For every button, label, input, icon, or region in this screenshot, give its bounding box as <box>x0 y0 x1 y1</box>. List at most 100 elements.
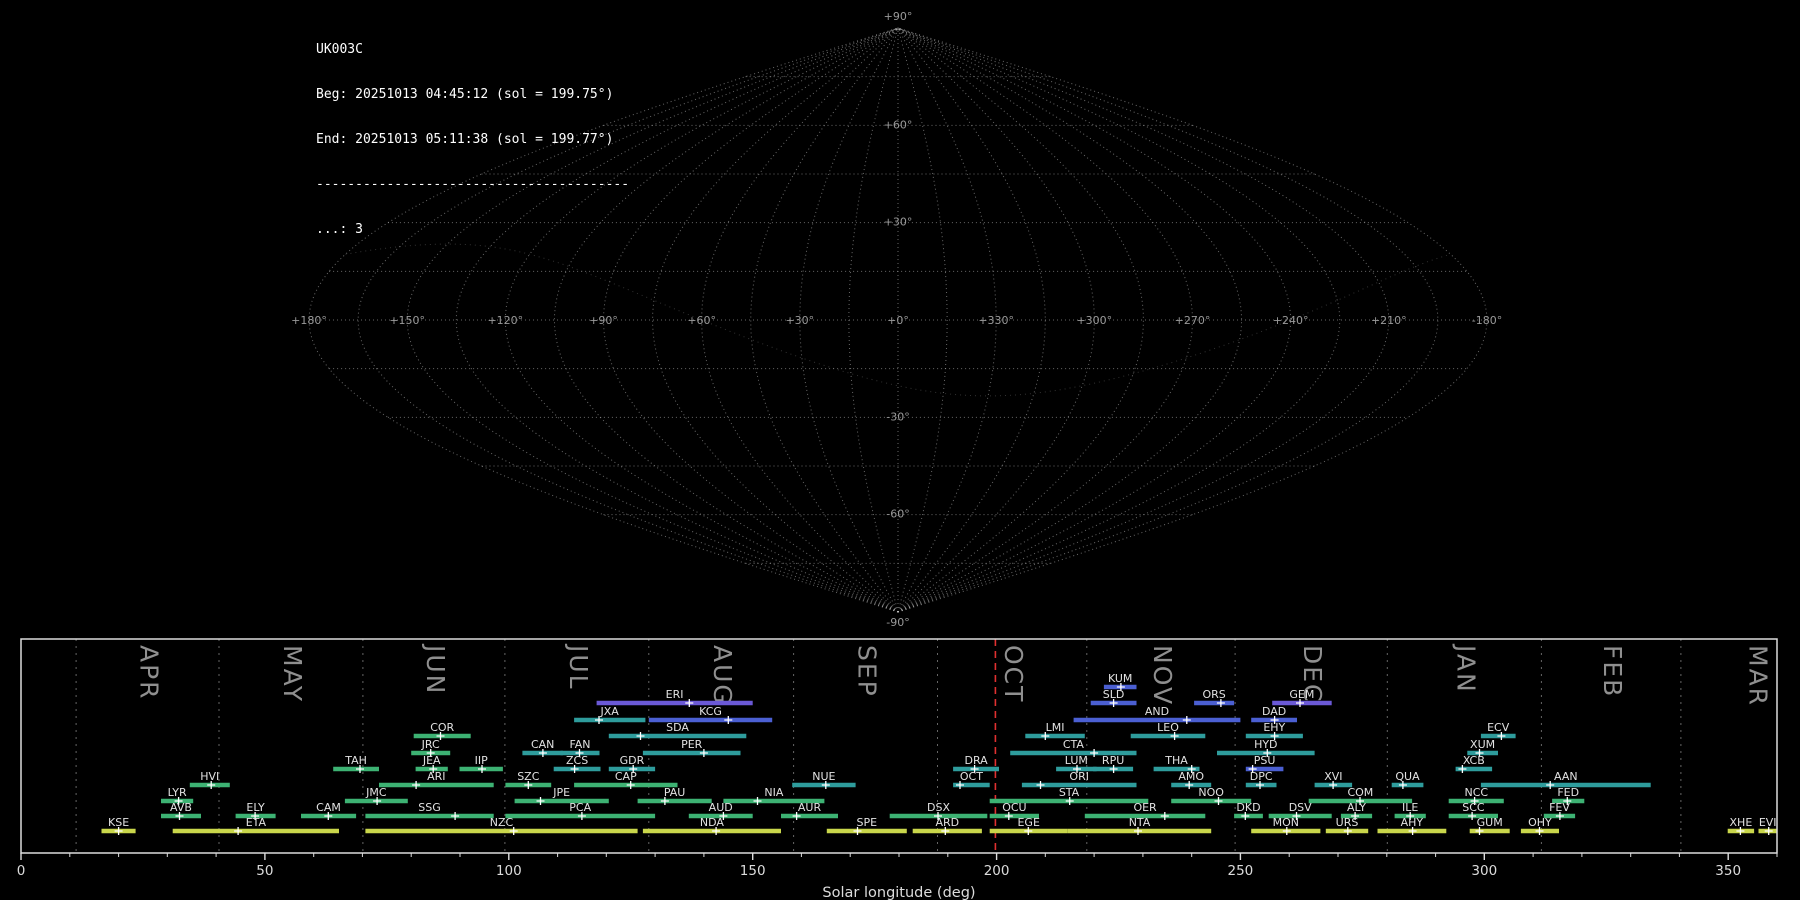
svg-text:ARI: ARI <box>427 770 445 783</box>
svg-text:KUM: KUM <box>1108 672 1132 685</box>
svg-text:SPE: SPE <box>857 816 878 829</box>
svg-text:300: 300 <box>1471 863 1497 879</box>
svg-text:SEP: SEP <box>853 645 882 698</box>
svg-text:MAR: MAR <box>1744 645 1773 707</box>
svg-text:LUM: LUM <box>1065 754 1088 767</box>
svg-text:JUL: JUL <box>564 643 593 691</box>
svg-text:ETA: ETA <box>246 816 267 829</box>
svg-text:+120°: +120° <box>487 314 523 327</box>
svg-text:OER: OER <box>1133 801 1157 814</box>
svg-text:ALY: ALY <box>1347 801 1366 814</box>
svg-text:+60°: +60° <box>687 314 716 327</box>
svg-text:350: 350 <box>1715 863 1741 879</box>
svg-text:-30°: -30° <box>886 410 909 423</box>
svg-text:TAH: TAH <box>344 754 367 767</box>
svg-text:AUG: AUG <box>708 645 737 706</box>
svg-text:NOV: NOV <box>1148 645 1177 706</box>
svg-text:GDR: GDR <box>620 754 645 767</box>
svg-text:GUM: GUM <box>1477 816 1503 829</box>
svg-text:250: 250 <box>1228 863 1254 879</box>
svg-text:JMC: JMC <box>365 786 387 799</box>
svg-text:KCG: KCG <box>699 705 722 718</box>
svg-text:AND: AND <box>1145 705 1169 718</box>
svg-text:MON: MON <box>1273 816 1299 829</box>
svg-text:FEB: FEB <box>1598 645 1627 698</box>
svg-text:JAN: JAN <box>1451 643 1480 694</box>
svg-text:OCU: OCU <box>1002 801 1026 814</box>
svg-text:+0°: +0° <box>887 314 909 327</box>
svg-text:JXA: JXA <box>600 705 620 718</box>
svg-text:NIA: NIA <box>764 786 783 799</box>
svg-text:JUN: JUN <box>421 643 450 695</box>
svg-text:ARD: ARD <box>935 816 959 829</box>
svg-text:CTA: CTA <box>1063 738 1085 751</box>
svg-text:ORS: ORS <box>1202 688 1225 701</box>
svg-text:EVI: EVI <box>1759 816 1777 829</box>
svg-text:+330°: +330° <box>978 314 1014 327</box>
svg-text:DSV: DSV <box>1289 801 1312 814</box>
svg-text:150: 150 <box>740 863 766 879</box>
svg-text:+150°: +150° <box>389 314 425 327</box>
svg-text:XCB: XCB <box>1463 754 1485 767</box>
svg-text:PCA: PCA <box>569 801 591 814</box>
svg-text:GEM: GEM <box>1289 688 1314 701</box>
svg-text:AVB: AVB <box>170 801 192 814</box>
svg-text:SSG: SSG <box>418 801 441 814</box>
svg-text:LEO: LEO <box>1157 721 1179 734</box>
svg-text:MAY: MAY <box>278 645 307 703</box>
svg-text:AUD: AUD <box>709 801 733 814</box>
svg-text:Solar longitude (deg): Solar longitude (deg) <box>822 885 975 900</box>
svg-text:+180°: +180° <box>291 314 327 327</box>
svg-text:ECV: ECV <box>1487 721 1510 734</box>
svg-text:NZC: NZC <box>490 816 514 829</box>
radiant-map-screen: UK003C Beg: 20251013 04:45:12 (sol = 199… <box>0 0 1800 900</box>
svg-text:FED: FED <box>1557 786 1579 799</box>
svg-text:DPC: DPC <box>1250 770 1273 783</box>
svg-text:-60°: -60° <box>886 508 909 521</box>
svg-text:0: 0 <box>17 863 26 879</box>
svg-text:XUM: XUM <box>1470 738 1495 751</box>
svg-text:ERI: ERI <box>666 688 684 701</box>
svg-text:NCC: NCC <box>1465 786 1489 799</box>
svg-text:+90°: +90° <box>589 314 618 327</box>
svg-text:DSX: DSX <box>927 801 950 814</box>
shower-activity-chart: APR MAY JUN JUL AUG SEP OCT NOV DEC JAN FEB MARKUME… <box>17 638 1778 900</box>
svg-text:+30°: +30° <box>884 216 913 229</box>
svg-text:HVI: HVI <box>200 770 219 783</box>
svg-text:SDA: SDA <box>666 721 689 734</box>
svg-text:+30°: +30° <box>785 314 814 327</box>
svg-text:DRA: DRA <box>964 754 988 767</box>
svg-text:ORI: ORI <box>1069 770 1089 783</box>
svg-text:THA: THA <box>1164 754 1188 767</box>
svg-text:50: 50 <box>256 863 273 879</box>
svg-text:AMO: AMO <box>1178 770 1204 783</box>
svg-text:JEA: JEA <box>422 754 441 767</box>
svg-text:QUA: QUA <box>1395 770 1420 783</box>
svg-text:URS: URS <box>1336 816 1359 829</box>
svg-text:OCT: OCT <box>960 770 983 783</box>
svg-text:PER: PER <box>681 738 703 751</box>
svg-text:ZCS: ZCS <box>566 754 588 767</box>
svg-text:NUE: NUE <box>812 770 835 783</box>
svg-text:200: 200 <box>984 863 1010 879</box>
svg-text:JPE: JPE <box>552 786 570 799</box>
svg-text:CAP: CAP <box>615 770 637 783</box>
svg-text:+90°: +90° <box>884 10 913 23</box>
svg-text:AAN: AAN <box>1554 770 1578 783</box>
sky-map-projection: +90° +60° +30° -30° -60° -90° +180° +150° +120° +… <box>291 10 1502 629</box>
svg-text:NDA: NDA <box>700 816 725 829</box>
svg-text:+300°: +300° <box>1076 314 1112 327</box>
svg-text:+60°: +60° <box>884 118 913 131</box>
svg-text:APR: APR <box>135 645 164 701</box>
svg-text:-180°: -180° <box>1472 314 1502 327</box>
svg-text:OCT: OCT <box>999 645 1028 703</box>
svg-text:NTA: NTA <box>1129 816 1151 829</box>
svg-text:LYR: LYR <box>168 786 187 799</box>
svg-text:LMI: LMI <box>1046 721 1065 734</box>
svg-text:HYD: HYD <box>1254 738 1277 751</box>
svg-text:-90°: -90° <box>886 616 909 629</box>
svg-text:100: 100 <box>496 863 522 879</box>
svg-text:+240°: +240° <box>1273 314 1309 327</box>
svg-text:DKD: DKD <box>1236 801 1260 814</box>
svg-text:SCC: SCC <box>1462 801 1485 814</box>
